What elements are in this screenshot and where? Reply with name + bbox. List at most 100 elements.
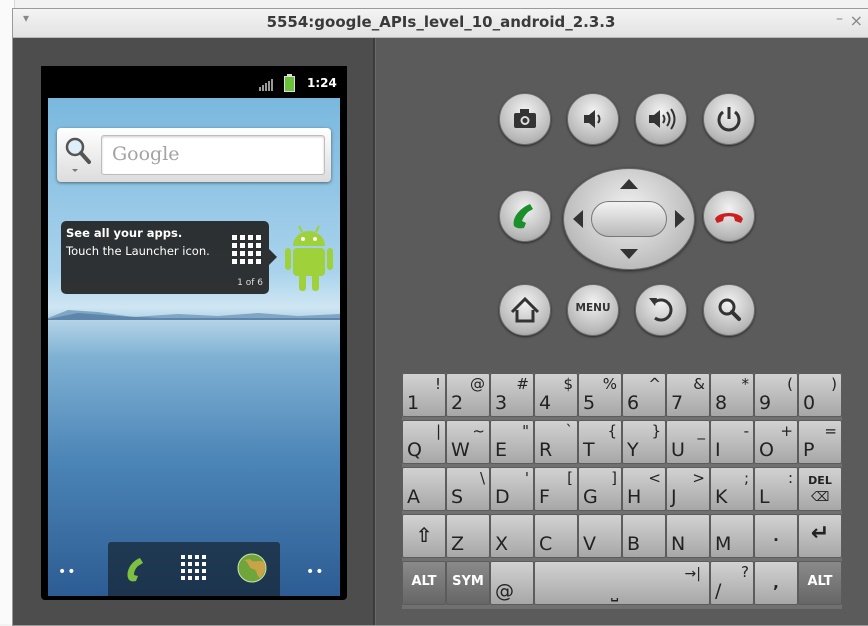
status-clock: 1:24 xyxy=(307,76,337,90)
menu-button[interactable]: MENU xyxy=(567,284,619,336)
key-9[interactable]: 9( xyxy=(754,373,798,417)
launcher-grid-icon xyxy=(232,235,262,265)
power-icon xyxy=(717,107,741,132)
key-k[interactable]: K; xyxy=(710,467,754,511)
key-l[interactable]: L: xyxy=(754,467,798,511)
status-bar[interactable]: 1:24 xyxy=(41,66,347,98)
dpad-up-icon[interactable] xyxy=(619,178,639,190)
magnifier-icon xyxy=(718,298,741,321)
dpad-down-icon[interactable] xyxy=(619,248,639,260)
key-alt-right[interactable]: ALT xyxy=(798,561,842,605)
call-button[interactable] xyxy=(499,190,551,242)
key-m[interactable]: M xyxy=(710,514,754,558)
dpad-right-icon[interactable] xyxy=(674,209,686,229)
android-robot-icon xyxy=(285,225,333,291)
key-n[interactable]: N xyxy=(666,514,710,558)
key-shift[interactable]: ⇧ xyxy=(402,514,446,558)
camera-icon xyxy=(514,109,536,128)
key-o[interactable]: O + xyxy=(754,420,798,464)
back-button[interactable] xyxy=(635,284,687,336)
search-input[interactable]: Google xyxy=(101,135,325,175)
key-1[interactable]: 1! xyxy=(402,373,446,417)
key-enter[interactable]: ↵ xyxy=(798,514,842,558)
minimize-icon[interactable]: – xyxy=(836,11,843,27)
search-placeholder: Google xyxy=(112,143,180,165)
key-t[interactable]: T{ xyxy=(578,420,622,464)
key-8[interactable]: 8 * xyxy=(710,373,754,417)
dpad-left-icon[interactable] xyxy=(572,209,584,229)
key-2[interactable]: 2 @ xyxy=(446,373,490,417)
home-button[interactable] xyxy=(499,284,551,336)
tip-body: Touch the Launcher icon. xyxy=(66,244,210,258)
key-6[interactable]: 6 ^ xyxy=(622,373,666,417)
key-sym[interactable]: SYM xyxy=(446,561,490,605)
tip-heading: See all your apps. xyxy=(66,226,183,240)
title-bar: ▾ 5554:google_APIs_level_10_android_2.3.… xyxy=(13,9,868,38)
volume-up-button[interactable] xyxy=(635,93,687,145)
phone-dialer-icon[interactable] xyxy=(122,554,152,584)
dock-left-dots[interactable]: •• xyxy=(58,564,77,580)
key-5[interactable]: 5% xyxy=(578,373,622,417)
key-slash[interactable]: /? xyxy=(710,561,754,605)
phone-screen[interactable]: 1:24 Google See all your apps. Touch the… xyxy=(41,66,347,600)
key-3[interactable]: 3 # xyxy=(490,373,534,417)
search-button[interactable] xyxy=(703,284,755,336)
dock-tray xyxy=(108,542,280,596)
call-icon xyxy=(513,204,533,229)
launcher-tip[interactable]: See all your apps. Touch the Launcher ic… xyxy=(61,221,277,294)
home-icon xyxy=(510,296,540,323)
dpad-center-button[interactable] xyxy=(591,201,667,237)
signal-icon xyxy=(259,79,273,91)
power-button[interactable] xyxy=(703,93,755,145)
end-call-icon xyxy=(715,213,743,223)
key-v[interactable]: V xyxy=(578,514,622,558)
key-0[interactable]: 0) xyxy=(798,373,842,417)
wallpaper-horizon xyxy=(48,310,340,320)
back-icon xyxy=(649,298,673,322)
window-title: 5554:google_APIs_level_10_android_2.3.3 xyxy=(266,13,616,31)
key-g[interactable]: G] xyxy=(578,467,622,511)
key-d[interactable]: D ' xyxy=(490,467,534,511)
key-x[interactable]: X xyxy=(490,514,534,558)
phone-panel: 1:24 Google See all your apps. Touch the… xyxy=(13,38,373,625)
app-drawer-icon[interactable] xyxy=(180,554,208,582)
home-wallpaper[interactable]: Google See all your apps. Touch the Laun… xyxy=(48,98,340,596)
key-z[interactable]: Z xyxy=(446,514,490,558)
home-dock: •• •• xyxy=(48,540,340,596)
key-w[interactable]: W ~ xyxy=(446,420,490,464)
search-icon[interactable] xyxy=(63,134,93,174)
key-period[interactable]: . xyxy=(754,514,798,558)
camera-button[interactable] xyxy=(499,93,551,145)
key-c[interactable]: C xyxy=(534,514,578,558)
key-alt-left[interactable]: ALT xyxy=(402,561,446,605)
key-b[interactable]: B xyxy=(622,514,666,558)
key-s[interactable]: S \ xyxy=(446,467,490,511)
key-at[interactable]: @ xyxy=(490,561,534,605)
key-e[interactable]: E " xyxy=(490,420,534,464)
key-q[interactable]: Q | xyxy=(402,420,446,464)
browser-globe-icon[interactable] xyxy=(236,552,268,584)
key-i[interactable]: I- xyxy=(710,420,754,464)
key-a[interactable]: A xyxy=(402,467,446,511)
key-p[interactable]: P = xyxy=(798,420,842,464)
key-f[interactable]: F[ xyxy=(534,467,578,511)
key-7[interactable]: 7 & xyxy=(666,373,710,417)
key-r[interactable]: R ` xyxy=(534,420,578,464)
key-u[interactable]: U _ xyxy=(666,420,710,464)
key-del[interactable]: DEL ⌫ xyxy=(798,467,842,511)
dock-right-dots[interactable]: •• xyxy=(306,564,325,580)
dpad[interactable] xyxy=(563,168,695,270)
volume-down-button[interactable] xyxy=(567,93,619,145)
key-comma[interactable]: , xyxy=(754,561,798,605)
key-4[interactable]: 4 $ xyxy=(534,373,578,417)
key-j[interactable]: J > xyxy=(666,467,710,511)
end-call-button[interactable] xyxy=(703,190,755,242)
volume-up-icon xyxy=(649,108,676,130)
space-glyph: ⎵ xyxy=(611,581,619,602)
key-h[interactable]: H < xyxy=(622,467,666,511)
hardware-keyboard: 1! 2 @ 3 # 4 $ 5% 6 ^ 7 & 8 * 9( 0) Q | W ~ E " R… xyxy=(402,373,842,609)
key-space[interactable]: →| ⎵ xyxy=(534,561,710,605)
key-y[interactable]: Y} xyxy=(622,420,666,464)
google-search-widget[interactable]: Google xyxy=(57,128,331,182)
close-icon[interactable]: × xyxy=(850,11,863,30)
